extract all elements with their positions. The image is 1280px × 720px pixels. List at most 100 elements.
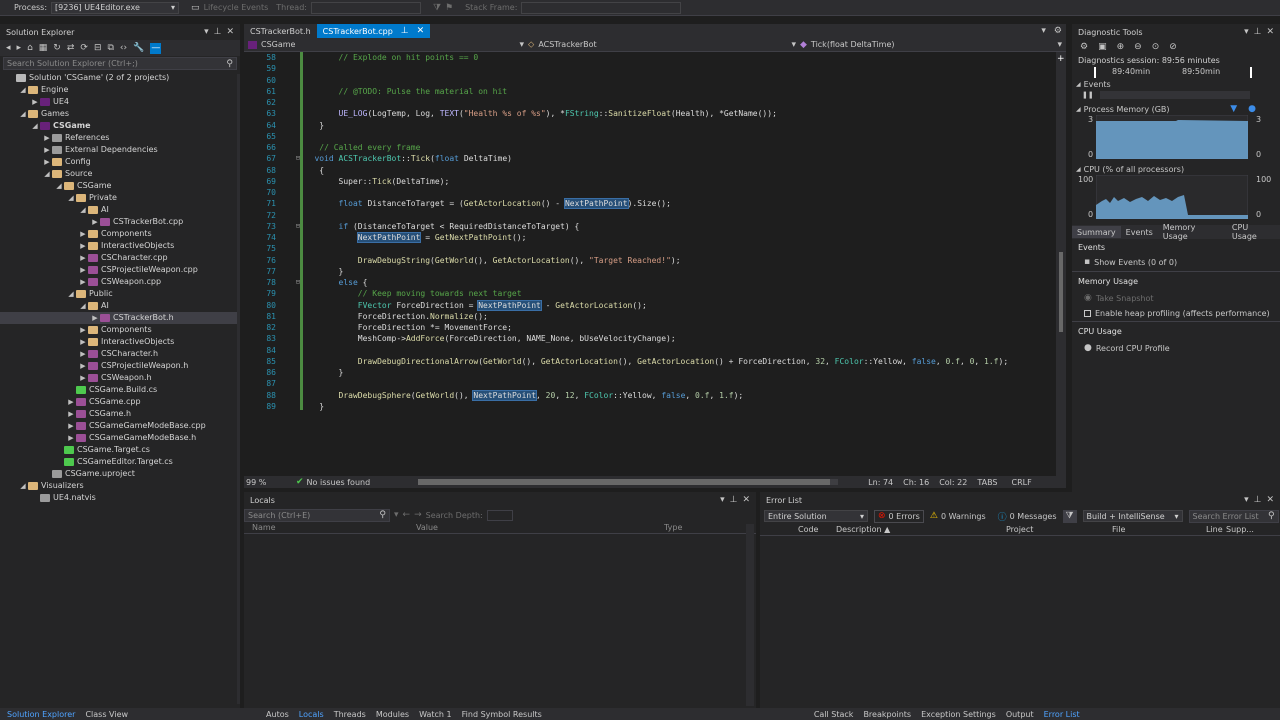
tab-threads[interactable]: Threads [329, 708, 371, 720]
tree-item[interactable]: ▶ External Dependencies [0, 144, 240, 156]
warnings-filter[interactable]: ⚠ 0 Warnings [930, 511, 986, 521]
gutter[interactable] [280, 356, 300, 367]
col-value[interactable]: Value [416, 523, 664, 532]
collapsed-arrow-icon[interactable]: ▶ [78, 324, 88, 336]
gutter[interactable] [280, 345, 300, 356]
collapsed-arrow-icon[interactable]: ▶ [78, 336, 88, 348]
gutter[interactable] [280, 176, 300, 187]
errors-filter[interactable]: ⊗ 0 Errors [874, 509, 924, 523]
tree-item[interactable]: ▶ CSGame.h [0, 408, 240, 420]
solution-search-input[interactable]: Search Solution Explorer (Ctrl+;) ⚲ [3, 57, 237, 70]
tree-item[interactable]: ▶ InteractiveObjects [0, 336, 240, 348]
tree-item[interactable]: ▶ CSProjectileWeapon.h [0, 360, 240, 372]
tree-item[interactable]: ◢ AI [0, 204, 240, 216]
tree-item[interactable]: ▶ CSWeapon.h [0, 372, 240, 384]
tree-item[interactable]: ▶ UE4 [0, 96, 240, 108]
tab-summary[interactable]: Summary [1072, 226, 1121, 238]
gutter[interactable] [280, 401, 300, 412]
expanded-arrow-icon[interactable]: ◢ [54, 180, 64, 192]
class-dropdown[interactable]: ⬦ ACSTrackerBot ▾ [524, 40, 796, 50]
tab-memory-usage[interactable]: Memory Usage [1158, 223, 1227, 241]
settings-icon[interactable]: ⚙ [1080, 42, 1088, 52]
line-ending[interactable]: CRLF [1012, 478, 1032, 487]
pin-icon[interactable]: ⊥ [1254, 495, 1262, 505]
gutter[interactable] [280, 165, 300, 176]
sync-icon[interactable]: ⇄ [67, 43, 75, 53]
code-line[interactable]: 72 [244, 210, 1056, 221]
zoom-out-icon[interactable]: ⊖ [1134, 42, 1142, 52]
tab-locals[interactable]: Locals [294, 708, 329, 720]
gutter[interactable] [280, 63, 300, 74]
gutter[interactable] [280, 266, 300, 277]
gutter[interactable] [280, 108, 300, 119]
tab-cstrackerbot-h[interactable]: CSTrackerBot.h [244, 24, 317, 38]
h-scroll-thumb[interactable] [418, 479, 831, 485]
code-line[interactable]: 58 // Explode on hit points == 0 [244, 52, 1056, 63]
code-line[interactable]: 74 NextPathPoint = GetNextPathPoint(); [244, 232, 1056, 243]
code-line[interactable]: 86 } [244, 367, 1056, 378]
timeline-ruler[interactable]: 89:40min 89:50min [1072, 66, 1280, 78]
tree-item[interactable]: Solution 'CSGame' (2 of 2 projects) [0, 72, 240, 84]
col-line[interactable]: Line [1206, 525, 1226, 534]
tab-find-symbol-results[interactable]: Find Symbol Results [457, 708, 547, 720]
col-code[interactable]: Code [798, 525, 836, 534]
close-icon[interactable]: ✕ [1266, 495, 1274, 505]
expanded-arrow-icon[interactable]: ◢ [78, 204, 88, 216]
tab-modules[interactable]: Modules [371, 708, 414, 720]
forward-icon[interactable]: ▸ [17, 43, 22, 53]
collapsed-arrow-icon[interactable]: ▶ [66, 396, 76, 408]
tab-cstrackerbot-cpp[interactable]: CSTrackerBot.cpp ⊥ ✕ [316, 24, 431, 38]
error-search-input[interactable]: Search Error List ⚲ [1188, 509, 1279, 523]
pin-icon[interactable]: ⊥ [214, 27, 222, 37]
home-icon[interactable]: ⌂ [27, 43, 33, 53]
tab-overflow-icon[interactable]: ▾ [1041, 26, 1046, 36]
solution-scrollbar[interactable] [237, 74, 240, 704]
expanded-arrow-icon[interactable]: ◢ [66, 288, 76, 300]
code-line[interactable]: 79 // Keep moving towards next target [244, 288, 1056, 299]
collapsed-arrow-icon[interactable]: ▶ [66, 432, 76, 444]
code-line[interactable]: 83 MeshComp->AddForce(ForceDirection, NA… [244, 333, 1056, 344]
expanded-arrow-icon[interactable]: ◢ [42, 168, 52, 180]
collapsed-arrow-icon[interactable]: ▶ [42, 144, 52, 156]
tree-item[interactable]: UE4.natvis [0, 492, 240, 504]
zoom-level[interactable]: 99 % [244, 478, 284, 487]
record-cpu-button[interactable]: ● Record CPU Profile [1072, 341, 1280, 355]
tree-item[interactable]: ▶ CSCharacter.cpp [0, 252, 240, 264]
chevron-down-icon[interactable]: ▾ [394, 510, 399, 520]
tab-autos[interactable]: Autos [261, 708, 294, 720]
code-line[interactable]: 75 [244, 243, 1056, 254]
tree-item[interactable]: ▶ CSWeapon.cpp [0, 276, 240, 288]
collapsed-arrow-icon[interactable]: ▶ [78, 372, 88, 384]
code-line[interactable]: 69 Super::Tick(DeltaTime); [244, 176, 1056, 187]
tree-item[interactable]: ▶ InteractiveObjects [0, 240, 240, 252]
events-section[interactable]: ◢ Events [1072, 78, 1280, 90]
gutter[interactable] [280, 300, 300, 311]
col-type[interactable]: Type [664, 523, 682, 532]
gutter[interactable] [280, 142, 300, 153]
expanded-arrow-icon[interactable]: ◢ [18, 84, 28, 96]
editor-horizontal-scrollbar[interactable] [418, 479, 839, 485]
code-icon[interactable]: ‹› [120, 43, 127, 53]
tab-class-view[interactable]: Class View [80, 708, 133, 720]
code-line[interactable]: 65 [244, 131, 1056, 142]
code-line[interactable]: 66 // Called every frame [244, 142, 1056, 153]
process-memory-section[interactable]: ◢ Process Memory (GB) ▼ ● [1072, 103, 1280, 115]
tree-item[interactable]: ▶ CSTrackerBot.h [0, 312, 240, 324]
gutter[interactable] [280, 97, 300, 108]
gutter[interactable]: ⊟ [280, 221, 300, 232]
col-name[interactable]: Name [252, 523, 416, 532]
tabs-mode[interactable]: TABS [977, 478, 997, 487]
tree-item[interactable]: ◢ Private [0, 192, 240, 204]
gutter[interactable] [280, 311, 300, 322]
process-dropdown[interactable]: [9236] UE4Editor.exe ▾ [51, 1, 180, 14]
gutter[interactable] [280, 243, 300, 254]
code-line[interactable]: 62 [244, 97, 1056, 108]
chevron-down-icon[interactable]: ▾ [1244, 495, 1249, 505]
show-all-icon[interactable]: ⧉ [107, 43, 113, 53]
code-line[interactable]: 78 ⊟ else { [244, 277, 1056, 288]
expanded-arrow-icon[interactable]: ◢ [30, 120, 40, 132]
tree-item[interactable]: ▶ Components [0, 228, 240, 240]
thread-dropdown[interactable] [310, 1, 421, 14]
collapsed-arrow-icon[interactable]: ▶ [78, 348, 88, 360]
code-line[interactable]: 88 DrawDebugSphere(GetWorld(), NextPathP… [244, 389, 1056, 401]
